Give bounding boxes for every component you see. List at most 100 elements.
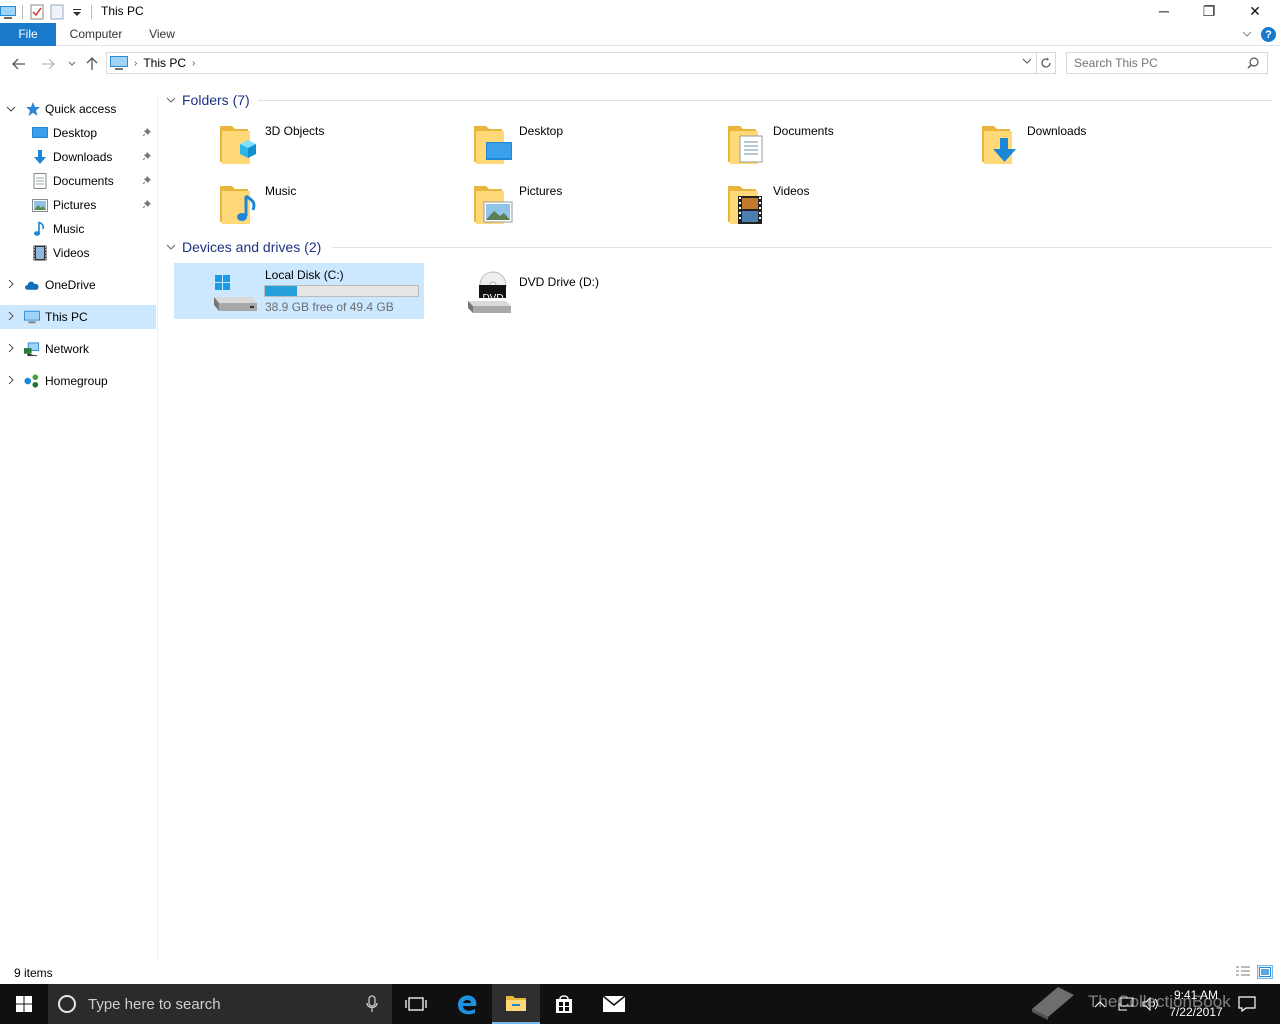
collapsed-chevron-icon[interactable] — [8, 311, 14, 324]
drive-label: Local Disk (C:) — [265, 268, 344, 282]
microphone-icon[interactable] — [364, 995, 380, 1013]
drives-heading: Devices and drives (2) — [182, 239, 322, 255]
customize-qat-icon[interactable] — [69, 4, 85, 20]
folder-label: Documents — [773, 124, 834, 138]
pin-icon[interactable] — [142, 151, 152, 164]
chevron-down-icon[interactable] — [1240, 27, 1254, 41]
tab-computer[interactable]: Computer — [64, 23, 128, 46]
documents-icon — [32, 173, 48, 189]
taskbar-search[interactable]: Type here to search — [48, 984, 392, 1024]
folder-label: Downloads — [1027, 124, 1087, 138]
restore-button[interactable]: ❐ — [1186, 0, 1232, 22]
item-count: 9 items — [14, 966, 53, 980]
sidebar-item-desktop[interactable]: Desktop — [0, 121, 156, 145]
sidebar-item-label: Desktop — [53, 126, 98, 140]
breadcrumb-chevron-icon[interactable]: › — [134, 58, 137, 69]
title-separator — [91, 5, 92, 19]
drives-group-header[interactable]: Devices and drives (2) — [166, 236, 321, 258]
sidebar-item-this-pc[interactable]: This PC — [0, 305, 156, 329]
ribbon: File Computer View ? — [0, 23, 1280, 46]
refresh-button[interactable] — [1036, 52, 1056, 74]
sidebar-item-videos[interactable]: Videos — [0, 241, 156, 265]
collapsed-chevron-icon[interactable] — [8, 279, 14, 292]
drive-label: DVD Drive (D:) — [519, 275, 599, 289]
watermark-text: TheCollectionBook — [1088, 992, 1231, 1011]
large-icons-view-icon[interactable] — [1257, 965, 1273, 979]
breadcrumb-this-pc[interactable]: This PC — [143, 56, 186, 70]
task-view-icon[interactable] — [392, 984, 440, 1024]
drive-tile-dvd[interactable]: DVD DVD Drive (D:) — [428, 263, 678, 319]
address-bar[interactable]: › This PC › — [106, 52, 1037, 74]
folders-group-header[interactable]: Folders (7) — [166, 89, 250, 111]
help-button[interactable]: ? — [1261, 27, 1276, 42]
folder-tile-music[interactable]: Music — [174, 176, 424, 232]
sidebar-item-onedrive[interactable]: OneDrive — [0, 273, 156, 297]
sidebar-item-documents[interactable]: Documents — [0, 169, 156, 193]
collapsed-chevron-icon[interactable] — [8, 375, 14, 388]
search-input[interactable] — [1074, 53, 1244, 73]
up-button[interactable] — [82, 54, 102, 74]
new-folder-icon[interactable] — [49, 4, 65, 20]
book-logo-icon — [1032, 987, 1074, 1020]
qat-separator — [22, 5, 23, 19]
this-pc-small-icon[interactable] — [0, 4, 16, 20]
search-icon[interactable] — [1247, 57, 1259, 69]
edge-icon[interactable] — [443, 984, 491, 1024]
pin-icon[interactable] — [142, 127, 152, 140]
expanded-chevron-icon[interactable] — [6, 104, 16, 115]
close-button[interactable]: ✕ — [1232, 0, 1278, 22]
drive-tile-local-disk[interactable]: Local Disk (C:) 38.9 GB free of 49.4 GB — [174, 263, 424, 319]
sidebar-item-network[interactable]: Network — [0, 337, 156, 361]
tab-view[interactable]: View — [143, 23, 181, 46]
file-view: Folders (7) 3D Objects Desktop Documents… — [160, 84, 1280, 960]
properties-icon[interactable] — [29, 4, 45, 20]
folder-label: Videos — [773, 184, 810, 198]
this-pc-icon — [24, 309, 40, 325]
taskbar-search-placeholder: Type here to search — [88, 996, 221, 1013]
folder-label: 3D Objects — [265, 124, 325, 138]
folder-label: Desktop — [519, 124, 564, 138]
forward-button[interactable] — [38, 54, 58, 74]
sidebar-item-quick-access[interactable]: Quick access — [0, 97, 156, 121]
search-box[interactable] — [1066, 52, 1268, 74]
address-dropdown-icon[interactable] — [1022, 58, 1032, 64]
tab-file[interactable]: File — [0, 23, 56, 46]
cortana-icon — [58, 995, 76, 1013]
action-center-icon[interactable] — [1238, 984, 1256, 1024]
folder-tile-documents[interactable]: Documents — [682, 116, 932, 172]
collapse-chevron-icon[interactable] — [166, 242, 176, 253]
sidebar-item-label: Quick access — [45, 102, 117, 116]
sidebar-item-label: This PC — [45, 310, 88, 324]
sidebar-item-pictures[interactable]: Pictures — [0, 193, 156, 217]
pin-icon[interactable] — [142, 175, 152, 188]
title-bar: This PC ─ ❐ ✕ — [0, 0, 1280, 24]
folders-heading: Folders (7) — [182, 92, 250, 108]
folder-tile-pictures[interactable]: Pictures — [428, 176, 678, 232]
mail-icon[interactable] — [590, 984, 638, 1024]
breadcrumb-chevron-icon[interactable]: › — [192, 58, 195, 69]
sidebar-item-homegroup[interactable]: Homegroup — [0, 369, 156, 393]
address-row: › This PC › — [0, 48, 1280, 78]
collapsed-chevron-icon[interactable] — [8, 343, 14, 356]
minimize-button[interactable]: ─ — [1141, 0, 1187, 22]
back-button[interactable] — [9, 54, 29, 74]
folder-tile-downloads[interactable]: Downloads — [936, 116, 1186, 172]
recent-locations-button[interactable] — [62, 54, 82, 74]
sidebar-item-downloads[interactable]: Downloads — [0, 145, 156, 169]
sidebar-item-label: Documents — [53, 174, 114, 188]
details-view-icon[interactable] — [1235, 965, 1251, 979]
folder-tile-3d-objects[interactable]: 3D Objects — [174, 116, 424, 172]
file-explorer-icon[interactable] — [492, 984, 540, 1024]
documents-folder-icon — [726, 122, 768, 166]
sidebar-item-label: Downloads — [53, 150, 113, 164]
start-button[interactable] — [0, 984, 48, 1024]
folder-tile-desktop[interactable]: Desktop — [428, 116, 678, 172]
desktop-icon — [32, 125, 48, 141]
collapse-chevron-icon[interactable] — [166, 95, 176, 106]
pin-icon[interactable] — [142, 199, 152, 212]
sidebar-item-label: Homegroup — [45, 374, 108, 388]
sidebar-item-music[interactable]: Music — [0, 217, 156, 241]
folder-tile-videos[interactable]: Videos — [682, 176, 932, 232]
store-icon[interactable] — [540, 984, 588, 1024]
sidebar-item-label: Music — [53, 222, 85, 236]
